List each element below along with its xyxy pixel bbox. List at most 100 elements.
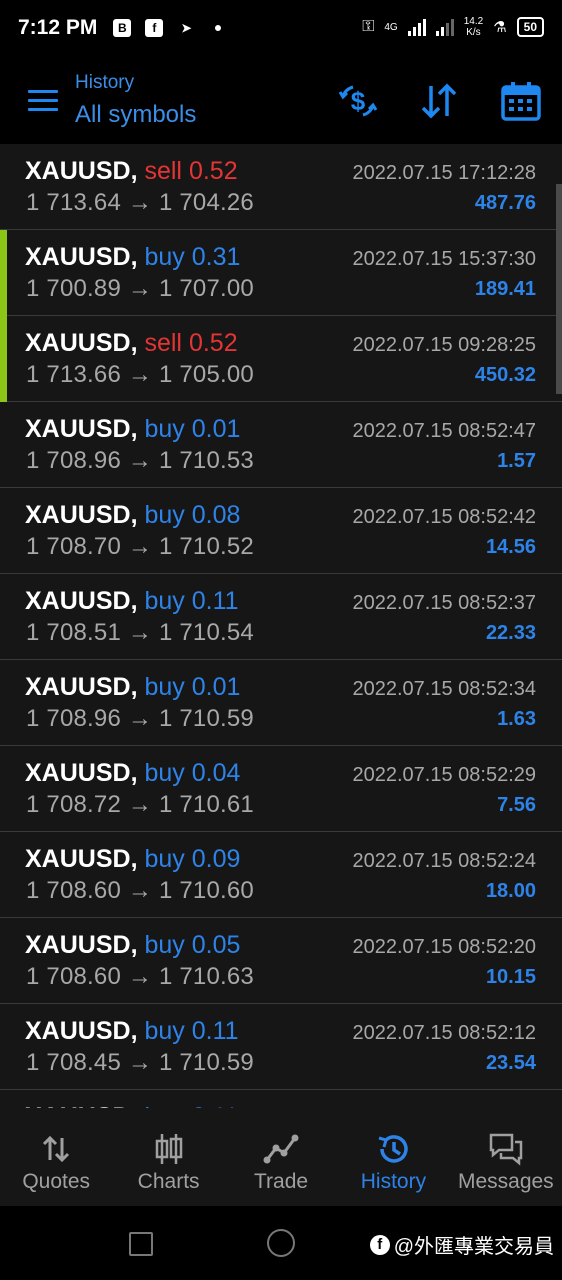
nav-label: Trade: [253, 1170, 309, 1193]
deal-symbol: XAUUSD, sell 0.52: [25, 329, 238, 358]
deal-profit: 450.32: [474, 364, 536, 386]
app-notification-icon: B: [113, 19, 132, 37]
nav-history[interactable]: History: [337, 1108, 449, 1206]
history-row[interactable]: XAUUSD, buy 0.11 1 708.45 → 1 710.59 2022.…: [0, 1004, 562, 1090]
deal-volume: 0.09: [191, 845, 241, 873]
deal-profit: 487.76: [474, 192, 536, 214]
history-row[interactable]: XAUUSD, buy 0.31 1 700.89 → 1 707.00 2022.…: [0, 230, 562, 316]
deal-profit: 189.41: [474, 278, 536, 300]
nav-quotes[interactable]: Quotes: [0, 1108, 112, 1206]
scrollbar[interactable]: [556, 184, 562, 394]
net-speed-unit: K/s: [466, 27, 481, 38]
header-subtitle: History: [75, 72, 135, 93]
deal-volume: 0.52: [188, 329, 238, 357]
home-button[interactable]: [267, 1229, 295, 1257]
history-row[interactable]: XAUUSD, buy 0.11: [0, 1090, 562, 1108]
symbol-name: XAUUSD,: [25, 845, 138, 873]
deal-side: buy: [144, 501, 185, 529]
deal-volume: 0.52: [188, 157, 238, 185]
deal-volume: 0.08: [191, 501, 241, 529]
deal-prices: 1 708.51 → 1 710.54: [26, 619, 254, 646]
deal-prices: 1 708.96 → 1 710.53: [26, 447, 254, 474]
deal-profit: 7.56: [497, 794, 536, 816]
history-row[interactable]: XAUUSD, buy 0.05 1 708.60 → 1 710.63 2022.…: [0, 918, 562, 1004]
deal-symbol: XAUUSD, buy 0.31: [25, 243, 240, 272]
history-row[interactable]: XAUUSD, buy 0.04 1 708.72 → 1 710.61 2022.…: [0, 746, 562, 832]
row-marker: [0, 230, 7, 316]
deal-symbol: XAUUSD, buy 0.05: [25, 931, 240, 960]
menu-icon[interactable]: [28, 90, 58, 112]
history-row[interactable]: XAUUSD, buy 0.11 1 708.51 → 1 710.54 2022.…: [0, 574, 562, 660]
signal-2-icon: [435, 18, 454, 36]
deal-time: 2022.07.15 15:37:30: [352, 248, 536, 270]
deal-side: buy: [144, 243, 185, 271]
bottom-nav: Quotes Charts Trade History Messages: [0, 1108, 562, 1206]
deal-symbol: XAUUSD, buy 0.08: [25, 501, 240, 530]
lab-icon: ⚗: [493, 19, 507, 36]
messages-icon: [489, 1133, 523, 1166]
nav-messages[interactable]: Messages: [450, 1108, 562, 1206]
currency-exchange-icon[interactable]: $: [337, 80, 379, 122]
history-row[interactable]: XAUUSD, sell 0.52 1 713.66 → 1 705.00 2022…: [0, 316, 562, 402]
deal-volume: 0.11: [191, 587, 239, 615]
deal-time: 2022.07.15 08:52:29: [352, 764, 536, 786]
calendar-icon[interactable]: [500, 80, 542, 122]
deal-side: buy: [144, 1017, 185, 1045]
deal-symbol: XAUUSD, sell 0.52: [25, 157, 238, 186]
history-row[interactable]: XAUUSD, buy 0.01 1 708.96 → 1 710.53 2022.…: [0, 402, 562, 488]
history-row[interactable]: XAUUSD, buy 0.08 1 708.70 → 1 710.52 2022.…: [0, 488, 562, 574]
deal-volume: 0.01: [191, 673, 241, 701]
recent-apps-button[interactable]: [129, 1232, 153, 1256]
deal-prices: 1 700.89 → 1 707.00: [26, 275, 254, 302]
facebook-logo-icon: f: [369, 1234, 390, 1255]
sort-icon[interactable]: [418, 80, 460, 122]
deal-prices: 1 713.64 → 1 704.26: [26, 189, 254, 216]
deal-prices: 1 708.96 → 1 710.59: [26, 705, 254, 732]
history-row[interactable]: XAUUSD, buy 0.01 1 708.96 → 1 710.59 2022.…: [0, 660, 562, 746]
history-list[interactable]: XAUUSD, sell 0.52 1 713.64 → 1 704.26 2022…: [0, 144, 562, 1108]
deal-time: 2022.07.15 08:52:42: [352, 506, 536, 528]
symbol-name: XAUUSD,: [25, 415, 138, 443]
deal-symbol: XAUUSD, buy 0.01: [25, 415, 240, 444]
facebook-notification-icon: f: [145, 19, 164, 37]
deal-volume: 0.01: [191, 415, 241, 443]
status-time: 7:12 PM: [18, 16, 98, 39]
deal-profit: 22.33: [485, 622, 536, 644]
nav-charts[interactable]: Charts: [112, 1108, 224, 1206]
system-nav-bar: f @外匯專業交易員: [0, 1206, 562, 1280]
history-icon: [379, 1135, 409, 1163]
deal-side: buy: [144, 845, 185, 873]
deal-prices: 1 708.45 → 1 710.59: [26, 1049, 254, 1076]
nav-trade[interactable]: Trade: [225, 1108, 337, 1206]
app-header: History All symbols $: [0, 56, 562, 144]
deal-time: 2022.07.15 09:28:25: [352, 334, 536, 356]
deal-profit: 18.00: [485, 880, 536, 902]
header-title[interactable]: All symbols: [75, 101, 196, 129]
deal-side: sell: [144, 157, 182, 185]
signal-1-icon: [407, 18, 426, 36]
deal-symbol: XAUUSD, buy 0.04: [25, 759, 240, 788]
deal-volume: 0.04: [191, 759, 241, 787]
symbol-name: XAUUSD,: [25, 931, 138, 959]
deal-profit: 10.15: [485, 966, 536, 988]
symbol-name: XAUUSD,: [25, 759, 138, 787]
history-row[interactable]: XAUUSD, buy 0.09 1 708.60 → 1 710.60 2022.…: [0, 832, 562, 918]
deal-time: 2022.07.15 08:52:34: [352, 678, 536, 700]
deal-prices: 1 708.72 → 1 710.61: [26, 791, 254, 818]
history-row[interactable]: XAUUSD, sell 0.52 1 713.64 → 1 704.26 2022…: [0, 144, 562, 230]
watermark-text: @外匯專業交易員: [393, 1236, 554, 1258]
deal-time: 2022.07.15 08:52:12: [352, 1022, 536, 1044]
deal-time: 2022.07.15 08:52:47: [352, 420, 536, 442]
deal-side: buy: [144, 759, 185, 787]
deal-prices: 1 708.70 → 1 710.52: [26, 533, 254, 560]
nav-label: Messages: [457, 1170, 554, 1193]
symbol-name: XAUUSD,: [25, 587, 138, 615]
deal-prices: 1 713.66 → 1 705.00: [26, 361, 254, 388]
deal-time: 2022.07.15 08:52:24: [352, 850, 536, 872]
symbol-name: XAUUSD,: [25, 243, 138, 271]
deal-symbol: XAUUSD, buy 0.11: [25, 1017, 239, 1046]
status-indicators: ⚿ 4G 14.2 K/s ⚗ 50: [362, 16, 544, 38]
status-bar: 7:12 PM B f ➤ ⚿ 4G 14.2 K/s ⚗ 50: [0, 0, 562, 56]
deal-symbol: XAUUSD, buy 0.09: [25, 845, 240, 874]
deal-side: buy: [144, 415, 185, 443]
